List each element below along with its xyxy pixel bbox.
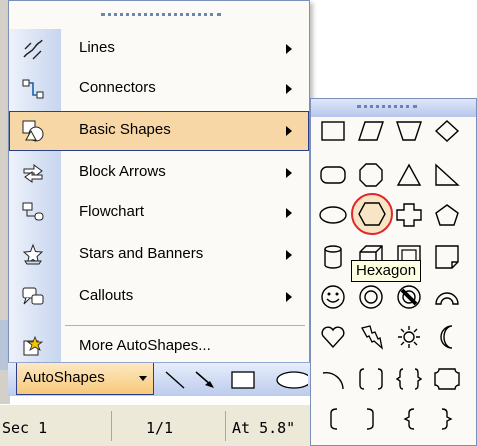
drawing-toolbar: AutoShapes [8,362,312,396]
menu-item-label: Connectors [79,79,156,96]
block-arc-shape-icon[interactable] [429,279,465,315]
menu-item-label: Stars and Banners [79,245,204,262]
menu-drag-handle[interactable] [101,13,221,16]
menu-item-label: More AutoShapes... [79,337,211,354]
menu-item-label: Basic Shapes [79,121,171,138]
hexagon-shape-icon[interactable] [354,196,390,232]
hexagon-tooltip: Hexagon [351,260,422,282]
sun-shape-icon[interactable] [391,319,427,355]
menu-item-stars-and-banners[interactable]: Stars and Banners [9,235,309,275]
menu-item-block-arrows[interactable]: Block Arrows [9,153,309,193]
menu-item-more-autoshapes[interactable]: More AutoShapes... [9,327,309,367]
menu-item-label: Lines [79,39,115,56]
menu-item-label: Block Arrows [79,163,166,180]
line-tool-icon[interactable] [164,370,186,394]
lightning-bolt-shape-icon[interactable] [353,319,389,355]
submenu-arrow-icon [286,126,292,136]
octagon-shape-icon[interactable] [353,157,389,193]
right-triangle-shape-icon[interactable] [429,157,465,193]
arc-shape-icon[interactable] [315,361,351,397]
pentagon-shape-icon[interactable] [429,197,465,233]
left-bracket-shape-icon[interactable] [315,401,351,437]
oval-shape-icon[interactable] [315,197,351,233]
lines-icon [21,37,45,61]
plaque-shape-icon[interactable] [429,361,465,397]
rounded-rectangle-shape-icon[interactable] [315,157,351,193]
submenu-arrow-icon [286,250,292,260]
right-brace-shape-icon[interactable] [429,401,465,437]
menu-separator [65,325,305,326]
isosceles-triangle-shape-icon[interactable] [391,157,427,193]
double-bracket-shape-icon[interactable] [353,361,389,397]
menu-item-flowchart[interactable]: Flowchart [9,193,309,233]
menu-item-label: Flowchart [79,203,145,220]
submenu-arrow-icon [286,292,292,302]
left-brace-shape-icon[interactable] [391,401,427,437]
smiley-face-shape-icon[interactable] [315,279,351,315]
menu-item-label: Callouts [79,287,134,304]
submenu-arrow-icon [286,208,292,218]
flowchart-icon [21,201,45,225]
donut-shape-icon[interactable] [353,279,389,315]
rectangle-tool-icon[interactable] [230,370,256,394]
double-brace-shape-icon[interactable] [391,361,427,397]
callouts-icon [21,285,45,309]
stars-and-banners-icon [21,243,45,267]
menu-item-callouts[interactable]: Callouts [9,277,309,317]
more-autoshapes-icon [21,335,45,359]
no-symbol-shape-icon[interactable] [391,279,427,315]
autoshapes-label: AutoShapes [23,369,105,386]
chevron-down-icon [139,376,147,381]
diamond-shape-icon[interactable] [429,113,465,149]
status-position: At 5.8" [232,411,318,441]
submenu-arrow-icon [286,168,292,178]
status-page: 1/1 [138,411,226,441]
can-shape-icon[interactable] [315,239,351,275]
right-bracket-shape-icon[interactable] [353,401,389,437]
autoshapes-menu: Lines Connectors Basic Shapes Block Arro… [8,0,310,372]
connectors-icon [21,77,45,101]
folded-corner-shape-icon[interactable] [429,239,465,275]
block-arrows-icon [21,161,45,185]
menu-item-connectors[interactable]: Connectors [9,69,309,109]
arrow-tool-icon[interactable] [194,370,216,394]
rectangle-shape-icon[interactable] [315,113,351,149]
oval-tool-icon[interactable] [274,370,312,394]
moon-shape-icon[interactable] [429,319,465,355]
status-section: Sec 1 [2,411,112,441]
submenu-arrow-icon [286,44,292,54]
heart-shape-icon[interactable] [315,319,351,355]
autoshapes-button[interactable]: AutoShapes [16,363,154,395]
submenu-arrow-icon [286,84,292,94]
submenu-drag-handle[interactable] [357,105,417,108]
status-bar: Sec 1 1/1 At 5.8" [0,404,318,446]
cross-shape-icon[interactable] [391,197,427,233]
menu-item-lines[interactable]: Lines [9,29,309,69]
trapezoid-shape-icon[interactable] [391,113,427,149]
parallelogram-shape-icon[interactable] [353,113,389,149]
menu-item-basic-shapes[interactable]: Basic Shapes [9,111,309,151]
basic-shapes-icon [21,119,45,143]
